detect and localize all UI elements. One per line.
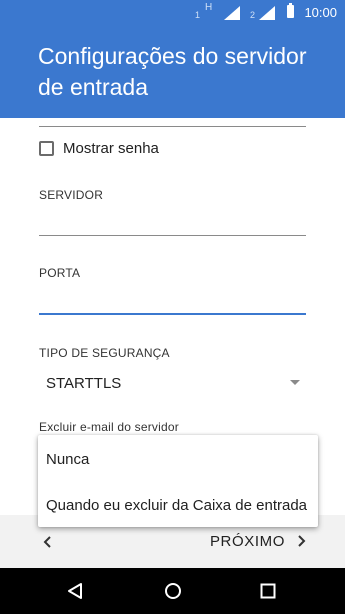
system-nav-bar	[0, 568, 345, 614]
port-underline	[39, 313, 306, 315]
password-field-underline	[39, 126, 306, 127]
dropdown-arrow-icon	[290, 380, 300, 385]
security-type-select[interactable]: STARTTLS	[39, 370, 306, 396]
app-bar: Configurações do servidor de entrada	[0, 24, 345, 118]
show-password-label: Mostrar senha	[63, 139, 159, 157]
nav-back-icon[interactable]	[66, 581, 86, 601]
nav-home-icon[interactable]	[163, 581, 183, 601]
battery-icon	[287, 3, 294, 18]
next-button-label: PRÓXIMO	[209, 532, 285, 550]
status-bar: 1 H 2 10:00	[0, 0, 345, 24]
security-type-value: STARTTLS	[46, 375, 122, 392]
port-input[interactable]	[39, 288, 306, 312]
chevron-left-icon[interactable]	[38, 532, 58, 552]
page-title: Configurações do servidor de entrada	[38, 43, 307, 100]
sim2-indicator: 2	[250, 10, 256, 20]
checkbox-icon[interactable]	[39, 140, 54, 156]
port-label: PORTA	[39, 266, 81, 280]
signal-icon	[259, 6, 275, 20]
network-type-indicator: H	[205, 2, 213, 13]
delete-email-dropdown: Nunca Quando eu excluir da Caixa de entr…	[38, 435, 318, 527]
signal-icon	[224, 6, 240, 20]
clock: 10:00	[304, 5, 337, 20]
chevron-right-icon	[298, 535, 306, 547]
dropdown-option-when-deleted-from-inbox[interactable]: Quando eu excluir da Caixa de entrada	[46, 497, 307, 514]
server-label: SERVIDOR	[39, 188, 104, 202]
show-password-checkbox-row[interactable]: Mostrar senha	[39, 138, 159, 158]
dropdown-option-never[interactable]: Nunca	[46, 451, 89, 468]
nav-recents-icon[interactable]	[258, 581, 278, 601]
security-type-label: TIPO DE SEGURANÇA	[39, 346, 170, 360]
server-underline	[39, 235, 306, 236]
delete-email-label: Excluir e-mail do servidor	[39, 420, 179, 434]
sim1-indicator: 1	[195, 10, 201, 20]
next-button[interactable]: PRÓXIMO	[210, 530, 309, 552]
server-input[interactable]	[39, 210, 306, 234]
